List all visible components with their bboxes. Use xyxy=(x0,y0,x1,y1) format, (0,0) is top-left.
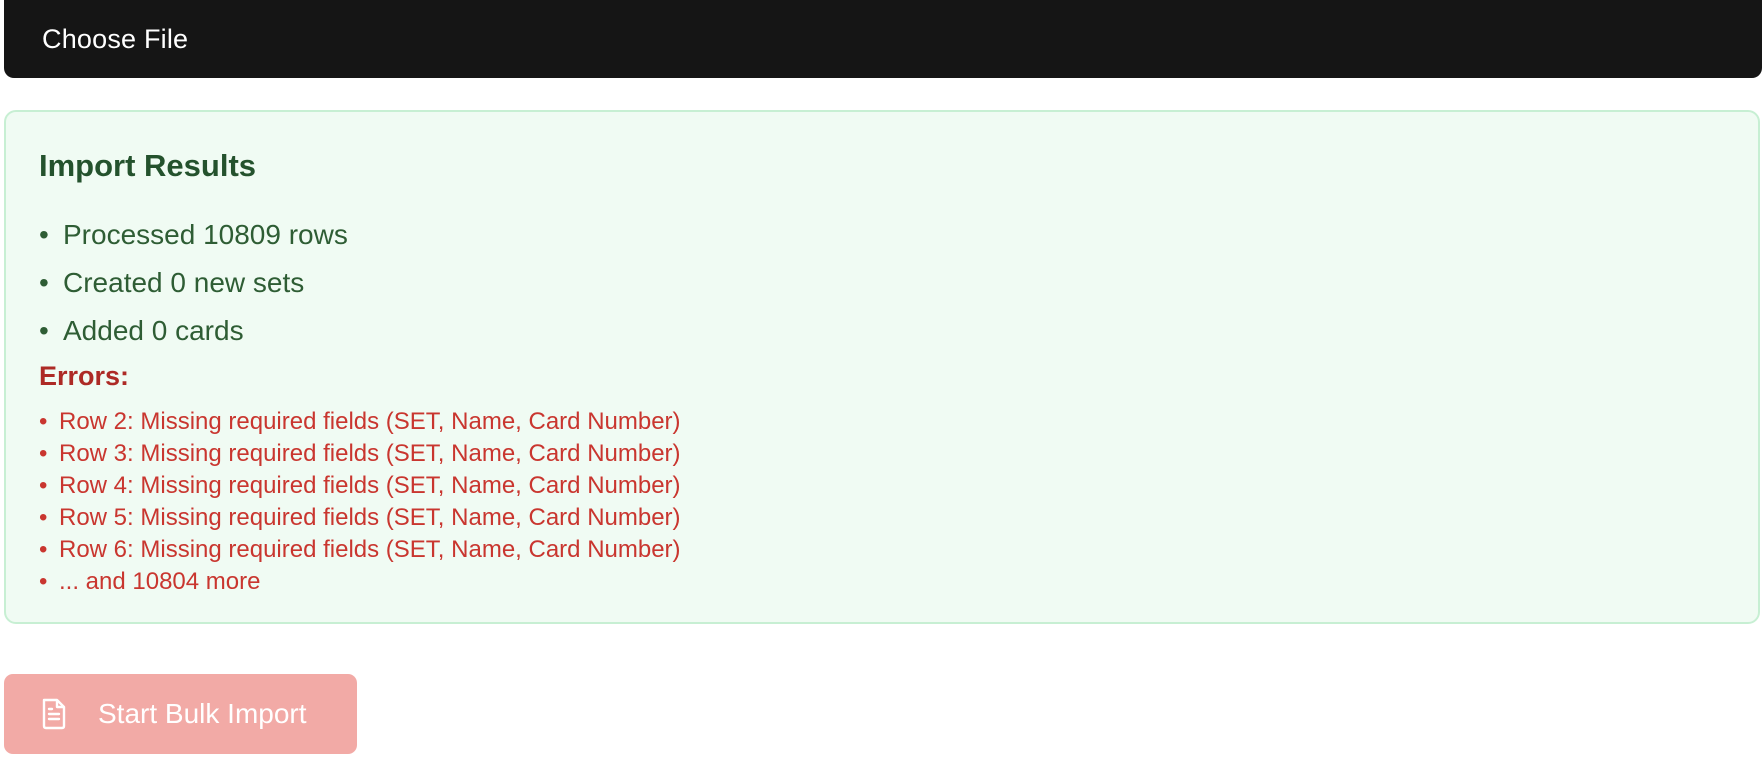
bullet: • xyxy=(39,315,49,346)
import-results-title: Import Results xyxy=(39,148,257,183)
error-item: • Row 3: Missing required fields (SET, N… xyxy=(39,438,1758,470)
error-item-text: Row 2: Missing required fields (SET, Nam… xyxy=(59,408,681,435)
start-bulk-import-label: Start Bulk Import xyxy=(98,698,307,729)
error-item: • Row 6: Missing required fields (SET, N… xyxy=(39,534,1758,566)
bullet: • xyxy=(39,536,48,563)
summary-item-text: Created 0 new sets xyxy=(63,267,305,298)
import-summary-list: • Processed 10809 rows • Created 0 new s… xyxy=(39,211,1758,355)
bullet: • xyxy=(39,440,48,467)
bullet: • xyxy=(39,472,48,499)
error-item: • Row 5: Missing required fields (SET, N… xyxy=(39,502,1758,534)
summary-item-text: Added 0 cards xyxy=(63,315,244,346)
bullet: • xyxy=(39,219,49,250)
error-item-text: Row 6: Missing required fields (SET, Nam… xyxy=(59,536,681,563)
summary-item: • Processed 10809 rows xyxy=(39,211,1758,259)
import-results-panel: Import Results • Processed 10809 rows • … xyxy=(4,110,1760,624)
choose-file-button[interactable]: Choose File xyxy=(4,0,1762,78)
document-icon xyxy=(40,698,68,730)
summary-item: • Added 0 cards xyxy=(39,307,1758,355)
summary-item: • Created 0 new sets xyxy=(39,259,1758,307)
error-item-text: Row 4: Missing required fields (SET, Nam… xyxy=(59,472,681,499)
bullet: • xyxy=(39,568,48,595)
error-item-text: Row 5: Missing required fields (SET, Nam… xyxy=(59,504,681,531)
summary-item-text: Processed 10809 rows xyxy=(63,219,348,250)
error-item-text: ... and 10804 more xyxy=(59,568,261,595)
error-list: • Row 2: Missing required fields (SET, N… xyxy=(39,406,1758,598)
bulk-import-page: Choose File Import Results • Processed 1… xyxy=(0,0,1762,762)
error-item: • Row 2: Missing required fields (SET, N… xyxy=(39,406,1758,438)
bullet: • xyxy=(39,504,48,531)
error-item: • Row 4: Missing required fields (SET, N… xyxy=(39,470,1758,502)
errors-heading: Errors: xyxy=(39,361,130,391)
error-item-text: Row 3: Missing required fields (SET, Nam… xyxy=(59,440,681,467)
choose-file-label: Choose File xyxy=(42,23,189,54)
error-item-more: • ... and 10804 more xyxy=(39,566,1758,598)
bullet: • xyxy=(39,408,48,435)
bullet: • xyxy=(39,267,49,298)
start-bulk-import-button[interactable]: Start Bulk Import xyxy=(4,674,357,754)
